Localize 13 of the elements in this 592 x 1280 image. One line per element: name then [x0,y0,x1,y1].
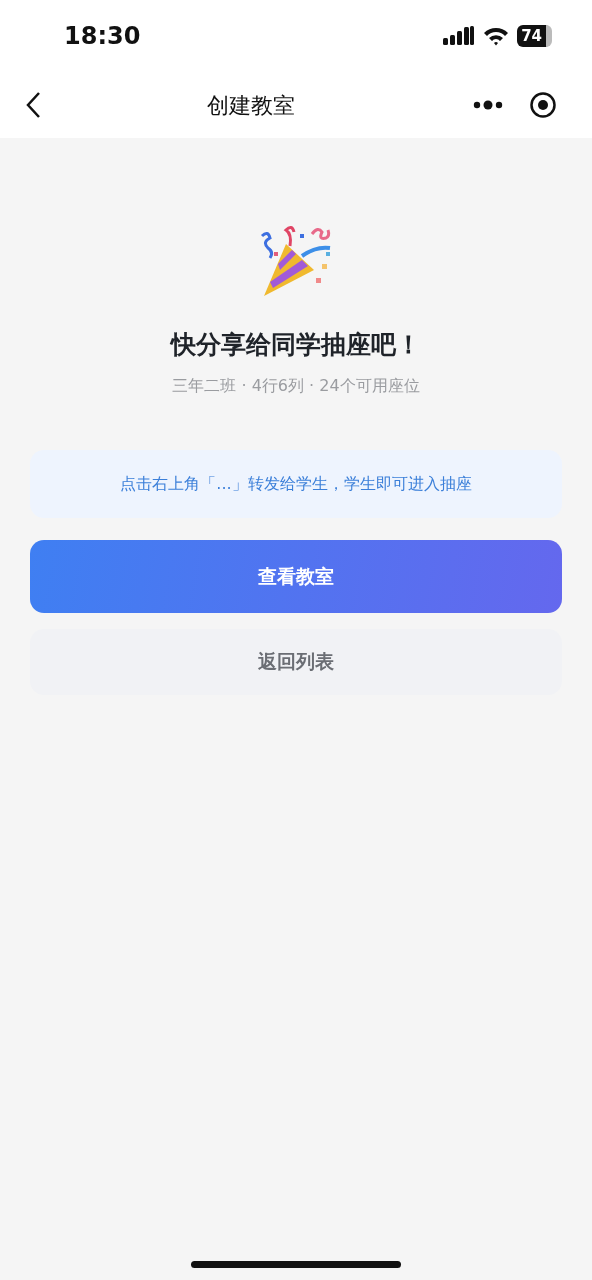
class-summary: 三年二班 · 4行6列 · 24个可用座位 [172,374,420,397]
back-to-list-button[interactable]: 返回列表 [30,628,562,695]
page-title: 创建教室 [207,91,295,120]
more-icon[interactable] [473,100,503,110]
wifi-icon [483,26,510,46]
signal-icon [443,26,476,46]
back-icon[interactable] [24,91,42,119]
close-target-icon[interactable] [529,91,557,119]
view-classroom-button[interactable]: 查看教室 [30,539,562,613]
share-heading: 快分享给同学抽座吧！ [171,329,421,361]
battery-indicator: 74 [517,25,552,47]
status-time: 18:30 [64,21,141,52]
share-tip: 点击右上角「...」转发给学生，学生即可进入抽座 [30,449,562,518]
